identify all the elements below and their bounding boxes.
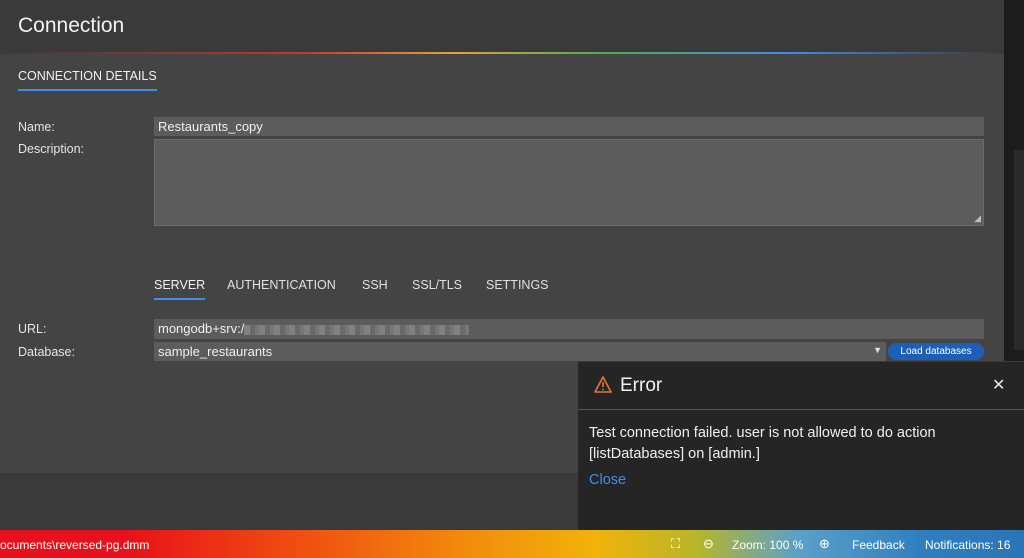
tab-settings[interactable]: SETTINGS <box>486 278 549 298</box>
name-label: Name: <box>18 120 55 134</box>
chevron-down-icon: ▼ <box>873 345 882 355</box>
notifications-button[interactable]: Notifications: 16 <box>925 538 1010 552</box>
zoom-in-icon[interactable]: ⊕ <box>819 536 830 552</box>
feedback-button[interactable]: Feedback <box>852 538 905 552</box>
description-label: Description: <box>18 142 84 156</box>
tab-server[interactable]: SERVER <box>154 278 206 300</box>
url-redacted <box>244 324 470 335</box>
warning-icon <box>594 376 612 393</box>
database-select[interactable]: sample_restaurants ▼ <box>154 342 886 361</box>
error-notification: Error ✕ Test connection failed. user is … <box>578 361 1024 530</box>
tab-ssh[interactable]: SSH <box>362 278 388 298</box>
zoom-level[interactable]: Zoom: 100 % <box>732 538 803 552</box>
name-field[interactable] <box>154 117 984 136</box>
tab-ssl-tls[interactable]: SSL/TLS <box>412 278 462 298</box>
description-field[interactable]: ◢ <box>154 139 984 226</box>
scrollbar-thumb[interactable] <box>1014 150 1024 350</box>
url-field[interactable]: mongodb+srv:/ <box>154 319 984 339</box>
status-bar: ocuments\reversed-pg.dmm ⛶ ⊖ Zoom: 100 %… <box>0 530 1024 558</box>
dialog-header: Connection <box>0 0 1004 52</box>
fullscreen-icon[interactable]: ⛶ <box>671 536 680 552</box>
error-title: Error <box>620 375 663 396</box>
tab-authentication[interactable]: AUTHENTICATION <box>227 278 336 298</box>
zoom-out-icon[interactable]: ⊖ <box>703 536 714 552</box>
close-icon[interactable]: ✕ <box>992 375 1005 395</box>
tab-connection-details[interactable]: CONNECTION DETAILS <box>18 69 157 91</box>
error-message: Test connection failed. user is not allo… <box>589 425 936 462</box>
url-text: mongodb+srv:/ <box>158 321 245 336</box>
dialog-title: Connection <box>18 14 125 37</box>
database-label: Database: <box>18 345 75 359</box>
close-link[interactable]: Close <box>589 472 626 488</box>
error-header: Error ✕ <box>578 362 1024 410</box>
load-databases-button[interactable]: Load databases <box>888 343 984 360</box>
header-accent-bar <box>0 52 1004 54</box>
database-value: sample_restaurants <box>158 344 273 359</box>
file-path[interactable]: ocuments\reversed-pg.dmm <box>0 538 149 552</box>
url-label: URL: <box>18 322 47 336</box>
resize-handle-icon[interactable]: ◢ <box>974 213 981 224</box>
